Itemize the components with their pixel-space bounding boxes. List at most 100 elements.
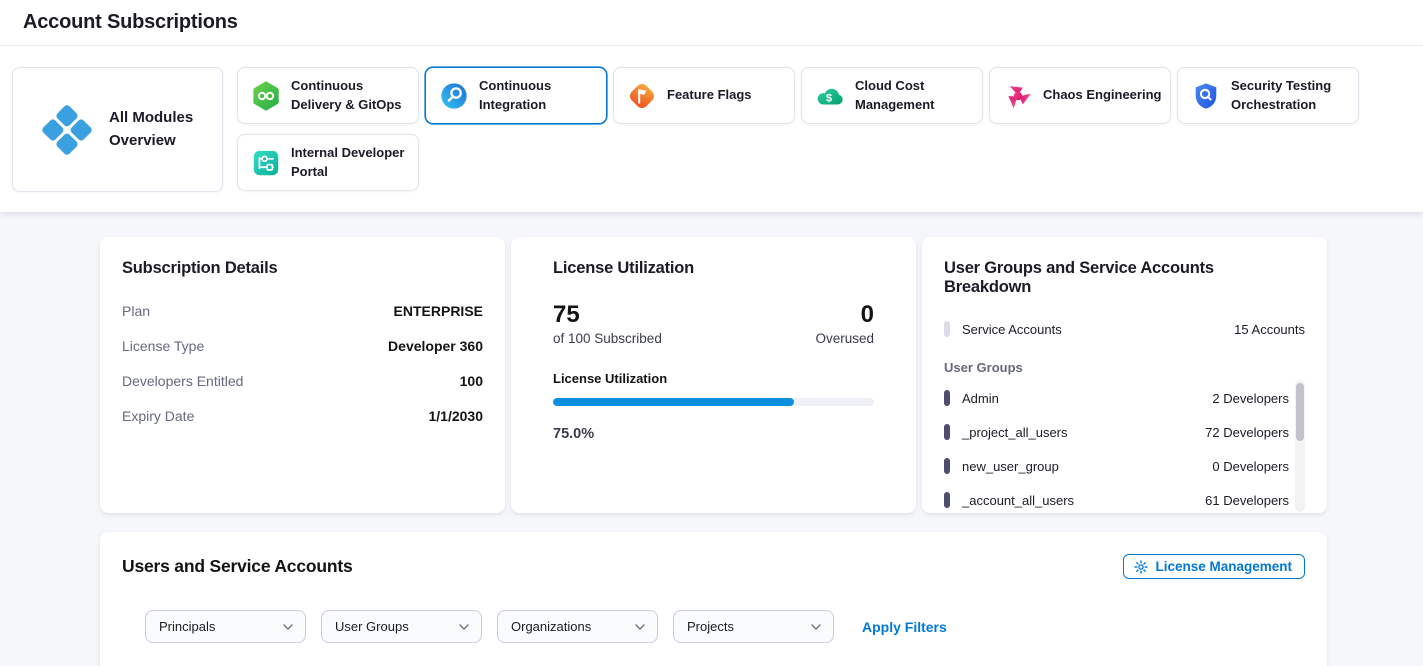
users-service-accounts-card: Users and Service Accounts License Manag… <box>100 532 1327 666</box>
subscription-row-license-type: License Type Developer 360 <box>122 338 483 354</box>
row-label: License Type <box>122 338 204 354</box>
svg-text:$: $ <box>826 92 833 104</box>
breakdown-card: User Groups and Service Accounts Breakdo… <box>922 237 1327 513</box>
row-label: Expiry Date <box>122 408 194 424</box>
scrollbar-thumb[interactable] <box>1296 383 1304 441</box>
license-utilization-card: License Utilization 75 of 100 Subscribed… <box>511 237 916 513</box>
module-card-label: Continuous Integration <box>479 77 598 113</box>
row-value: 1/1/2030 <box>429 408 484 424</box>
chevron-down-icon <box>459 624 469 630</box>
user-group-row: Admin 2 Developers <box>944 381 1289 415</box>
license-management-button[interactable]: License Management <box>1123 554 1305 579</box>
license-management-label: License Management <box>1155 559 1292 574</box>
user-groups-dropdown[interactable]: User Groups <box>321 610 482 643</box>
license-utilization-numbers: 75 of 100 Subscribed 0 Overused <box>553 302 874 346</box>
row-value: Developer 360 <box>388 338 483 354</box>
feature-flags-icon <box>627 81 657 111</box>
dropdown-label: Projects <box>687 619 734 634</box>
license-utilization-bar-track <box>553 398 874 406</box>
scrollbar-track[interactable] <box>1295 380 1305 512</box>
row-value: 100 <box>460 373 483 389</box>
subscription-row-expiry-date: Expiry Date 1/1/2030 <box>122 408 483 424</box>
user-group-value: 2 Developers <box>1212 391 1289 406</box>
module-card-security-testing[interactable]: Security Testing Orchestration <box>1177 67 1359 124</box>
user-group-name: _project_all_users <box>962 425 1068 440</box>
all-modules-icon <box>39 102 95 158</box>
overused-count: 0 <box>815 302 874 328</box>
page-title: Account Subscriptions <box>23 11 238 34</box>
module-card-cloud-cost[interactable]: $ Cloud Cost Management <box>801 67 983 124</box>
idp-icon <box>251 148 281 178</box>
subscribed-count: 75 <box>553 302 662 328</box>
summary-cards-row: Subscription Details Plan ENTERPRISE Lic… <box>100 237 1423 513</box>
module-card-continuous-integration[interactable]: Continuous Integration <box>425 67 607 124</box>
gear-icon <box>1134 560 1148 574</box>
module-card-label: Internal Developer Portal <box>291 144 410 180</box>
user-group-value: 0 Developers <box>1212 459 1289 474</box>
chaos-icon <box>1003 81 1033 111</box>
dropdown-label: Organizations <box>511 619 591 634</box>
subscribed-caption: of 100 Subscribed <box>553 331 662 346</box>
all-modules-label: All Modules Overview <box>109 107 212 152</box>
user-group-marker <box>944 424 950 440</box>
module-card-internal-developer-portal[interactable]: Internal Developer Portal <box>237 134 419 191</box>
license-utilization-percent: 75.0% <box>553 426 874 442</box>
user-group-value: 72 Developers <box>1205 425 1289 440</box>
subscription-details-card: Subscription Details Plan ENTERPRISE Lic… <box>100 237 505 513</box>
module-card-label: Feature Flags <box>667 86 752 104</box>
user-group-row: new_user_group 0 Developers <box>944 449 1289 483</box>
module-grid: Continuous Delivery & GitOps Continuous … <box>237 67 1359 212</box>
license-utilization-bar-fill <box>553 398 794 406</box>
chevron-down-icon <box>811 624 821 630</box>
subscribed-block: 75 of 100 Subscribed <box>553 302 662 346</box>
overused-block: 0 Overused <box>815 302 874 346</box>
users-section-title: Users and Service Accounts <box>122 556 353 577</box>
dropdown-label: Principals <box>159 619 215 634</box>
apply-filters-link[interactable]: Apply Filters <box>862 619 947 635</box>
module-card-label: Cloud Cost Management <box>855 77 974 113</box>
service-accounts-label: Service Accounts <box>962 322 1062 337</box>
cloud-cost-icon: $ <box>815 81 845 111</box>
subscription-details-title: Subscription Details <box>122 259 483 278</box>
projects-dropdown[interactable]: Projects <box>673 610 834 643</box>
row-label: Plan <box>122 303 150 319</box>
user-group-name: Admin <box>962 391 999 406</box>
user-group-row: _account_all_users 61 Developers <box>944 483 1289 517</box>
organizations-dropdown[interactable]: Organizations <box>497 610 658 643</box>
subscription-details-rows: Plan ENTERPRISE License Type Developer 3… <box>122 303 483 424</box>
chevron-down-icon <box>635 624 645 630</box>
user-groups-header: User Groups <box>944 360 1305 375</box>
user-group-name: _account_all_users <box>962 493 1074 508</box>
subscription-row-plan: Plan ENTERPRISE <box>122 303 483 319</box>
module-card-label: Continuous Delivery & GitOps <box>291 77 410 113</box>
subscription-row-developers-entitled: Developers Entitled 100 <box>122 373 483 389</box>
service-accounts-row: Service Accounts 15 Accounts <box>944 321 1305 337</box>
module-card-label: Security Testing Orchestration <box>1231 77 1350 113</box>
overused-caption: Overused <box>815 331 874 346</box>
security-testing-icon <box>1191 81 1221 111</box>
module-card-chaos-engineering[interactable]: Chaos Engineering <box>989 67 1171 124</box>
breakdown-title: User Groups and Service Accounts Breakdo… <box>944 259 1305 297</box>
page-content: Subscription Details Plan ENTERPRISE Lic… <box>0 212 1423 666</box>
module-card-label: Chaos Engineering <box>1043 86 1161 104</box>
row-value: ENTERPRISE <box>394 303 483 319</box>
principals-dropdown[interactable]: Principals <box>145 610 306 643</box>
chevron-down-icon <box>283 624 293 630</box>
cd-gitops-icon <box>251 81 281 111</box>
users-section-header: Users and Service Accounts License Manag… <box>122 554 1305 579</box>
license-utilization-title: License Utilization <box>553 259 874 278</box>
user-group-row: _project_all_users 72 Developers <box>944 415 1289 449</box>
service-accounts-marker <box>944 321 950 337</box>
user-group-marker <box>944 458 950 474</box>
user-groups-list: Admin 2 Developers _project_all_users 72… <box>944 381 1305 517</box>
all-modules-overview-card[interactable]: All Modules Overview <box>12 67 223 192</box>
user-group-marker <box>944 390 950 406</box>
dropdown-label: User Groups <box>335 619 409 634</box>
service-accounts-value: 15 Accounts <box>1234 322 1305 337</box>
top-header: Account Subscriptions <box>0 0 1423 46</box>
filters-row: Principals User Groups Organizations Pro… <box>145 610 1305 643</box>
module-card-feature-flags[interactable]: Feature Flags <box>613 67 795 124</box>
user-group-name: new_user_group <box>962 459 1059 474</box>
user-group-marker <box>944 492 950 508</box>
module-card-cd-gitops[interactable]: Continuous Delivery & GitOps <box>237 67 419 124</box>
